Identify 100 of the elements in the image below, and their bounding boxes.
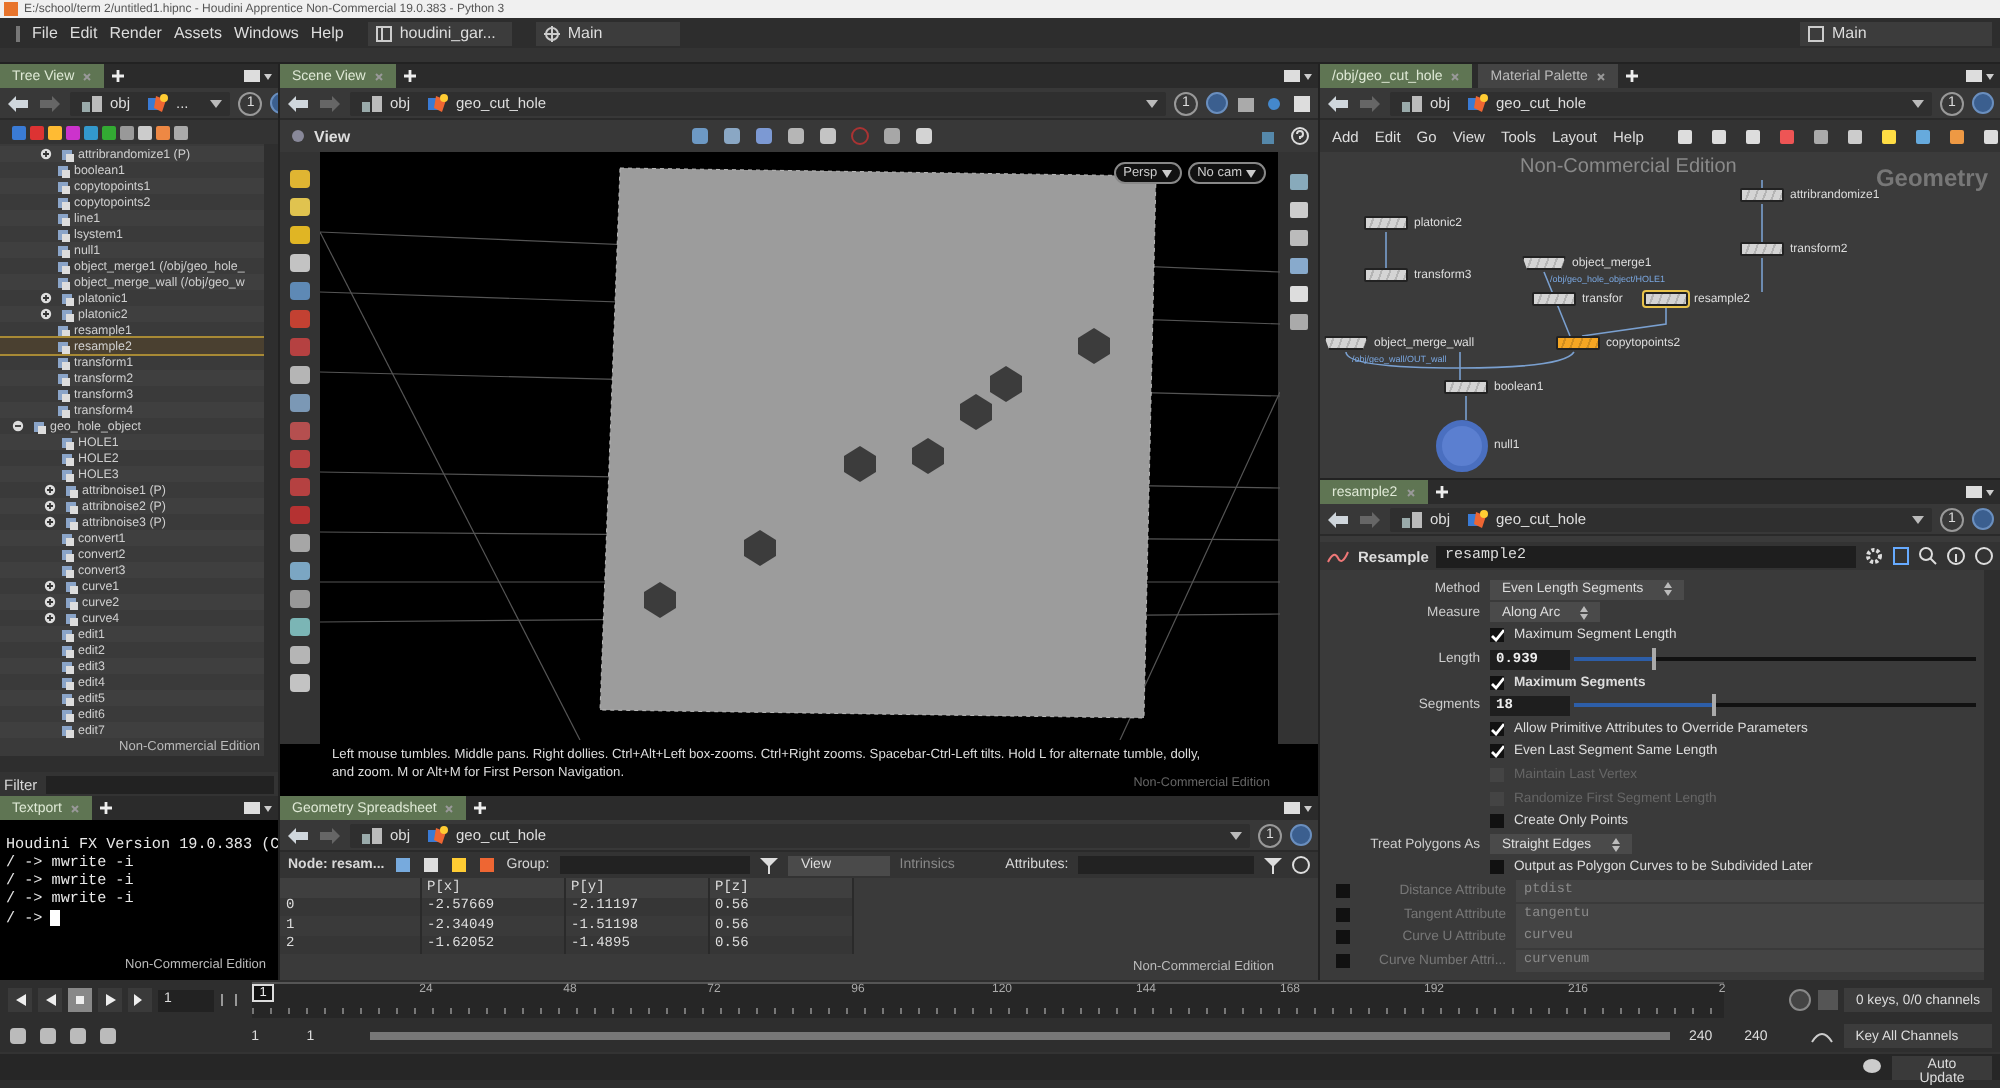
checkbox[interactable]: [1336, 907, 1350, 922]
search-icon[interactable]: [1918, 546, 1938, 566]
slider-thumb[interactable]: [1712, 694, 1717, 717]
step-icon[interactable]: [220, 992, 238, 1008]
link-button[interactable]: [1972, 508, 1994, 530]
audio-icon[interactable]: [1788, 988, 1812, 1012]
expand-icon[interactable]: [44, 500, 56, 512]
display-option-icon[interactable]: [1287, 284, 1309, 304]
loop-icon[interactable]: [68, 1026, 88, 1046]
info-icon[interactable]: [1946, 546, 1966, 566]
network-node[interactable]: [1740, 188, 1784, 202]
network-node[interactable]: [1364, 268, 1408, 282]
light-icon[interactable]: [1264, 93, 1284, 113]
playback-button[interactable]: [128, 988, 152, 1012]
tool-icon[interactable]: [288, 560, 312, 582]
display-icon[interactable]: [1236, 93, 1256, 113]
checkbox[interactable]: [1490, 814, 1504, 829]
tool-icon[interactable]: [288, 280, 312, 302]
network-node[interactable]: [1364, 216, 1408, 230]
link-button[interactable]: [1972, 92, 1994, 114]
checkbox[interactable]: [1490, 744, 1504, 759]
expand-icon[interactable]: [44, 484, 56, 496]
menu-item[interactable]: File: [32, 24, 58, 42]
network-node[interactable]: [1436, 420, 1488, 472]
chat-icon[interactable]: [1862, 1058, 1882, 1076]
range-slider[interactable]: [369, 1032, 1671, 1040]
checkbox[interactable]: [1490, 675, 1504, 690]
pane-menu-icon[interactable]: [1966, 68, 1994, 84]
slider-thumb[interactable]: [1652, 648, 1657, 671]
tool-icon[interactable]: [288, 588, 312, 610]
network-node[interactable]: [1532, 292, 1576, 306]
desktop-selector[interactable]: houdini_gar...: [367, 21, 512, 45]
playback-button[interactable]: [8, 988, 32, 1012]
dropdown-icon[interactable]: [1144, 95, 1160, 111]
back-icon[interactable]: [6, 93, 30, 113]
filter-field[interactable]: [45, 775, 274, 793]
back-icon[interactable]: [286, 93, 310, 113]
back-icon[interactable]: [1326, 509, 1350, 529]
back-icon[interactable]: [1326, 93, 1350, 113]
dropdown-icon[interactable]: [208, 95, 225, 111]
add-tab-icon[interactable]: [1623, 68, 1640, 84]
add-tab-icon[interactable]: [97, 800, 114, 816]
expand-icon[interactable]: [40, 148, 52, 160]
pane-menu-icon[interactable]: [1284, 68, 1312, 84]
display-option-icon[interactable]: [1287, 256, 1309, 276]
tool-icon[interactable]: [288, 168, 312, 190]
link-button[interactable]: [1206, 92, 1228, 114]
expand-icon[interactable]: [44, 596, 56, 608]
menu-item[interactable]: Edit: [69, 24, 98, 42]
menu-item[interactable]: Windows: [233, 24, 299, 42]
gear-icon[interactable]: [1864, 546, 1884, 566]
dropdown-icon[interactable]: [1910, 511, 1926, 527]
add-tab-icon[interactable]: [401, 68, 418, 84]
display-option-icon[interactable]: [1287, 228, 1309, 248]
pane-menu-icon[interactable]: [1966, 484, 1994, 500]
checkbox[interactable]: [1490, 860, 1504, 875]
tool-icon[interactable]: [288, 196, 312, 218]
pane-menu-icon[interactable]: [1284, 800, 1312, 816]
display-option-icon[interactable]: [1287, 312, 1309, 332]
add-tab-icon[interactable]: [472, 800, 489, 816]
close-icon[interactable]: [1595, 71, 1606, 81]
tool-icon[interactable]: [288, 224, 312, 246]
help-icon[interactable]: [1290, 126, 1310, 146]
tool-icon[interactable]: [288, 392, 312, 414]
help-h-icon[interactable]: [1892, 546, 1910, 566]
link-button[interactable]: [1290, 824, 1312, 846]
desktop-selector[interactable]: Main: [1800, 21, 1992, 45]
tool-icon[interactable]: [288, 252, 312, 274]
collapse-icon[interactable]: [12, 420, 24, 432]
playback-button[interactable]: [98, 988, 122, 1012]
menu-item[interactable]: Help: [310, 24, 344, 42]
expand-icon[interactable]: [44, 516, 56, 528]
help-icon[interactable]: [1292, 856, 1310, 874]
snapshot-icon[interactable]: [1292, 93, 1312, 113]
help-icon[interactable]: [1974, 546, 1994, 566]
tool-icon[interactable]: [288, 616, 312, 638]
display-option-icon[interactable]: [1287, 172, 1309, 192]
network-node[interactable]: [1556, 336, 1600, 350]
tool-icon[interactable]: [288, 644, 312, 666]
expand-icon[interactable]: [40, 308, 52, 320]
display-option-icon[interactable]: [1287, 200, 1309, 220]
filter-icon[interactable]: [760, 856, 779, 874]
select-icon[interactable]: [8, 1026, 28, 1046]
dropdown-icon[interactable]: [1228, 827, 1244, 843]
playback-button[interactable]: [38, 988, 62, 1012]
checkbox[interactable]: [1336, 884, 1350, 899]
back-icon[interactable]: [286, 825, 310, 845]
checkbox[interactable]: [1490, 628, 1504, 643]
checkbox[interactable]: [1490, 721, 1504, 736]
menu-item[interactable]: Assets: [173, 24, 222, 42]
tool-icon[interactable]: [288, 672, 312, 694]
network-node[interactable]: [1324, 336, 1368, 350]
ghost-icon[interactable]: [38, 1026, 58, 1046]
pane-menu-icon[interactable]: [244, 68, 272, 84]
tool-icon[interactable]: [288, 364, 312, 386]
checkbox[interactable]: [1336, 953, 1350, 968]
add-tab-icon[interactable]: [1433, 484, 1450, 500]
pane-menu-icon[interactable]: [244, 800, 272, 816]
expand-icon[interactable]: [44, 580, 56, 592]
menu-item[interactable]: Render: [109, 24, 162, 42]
